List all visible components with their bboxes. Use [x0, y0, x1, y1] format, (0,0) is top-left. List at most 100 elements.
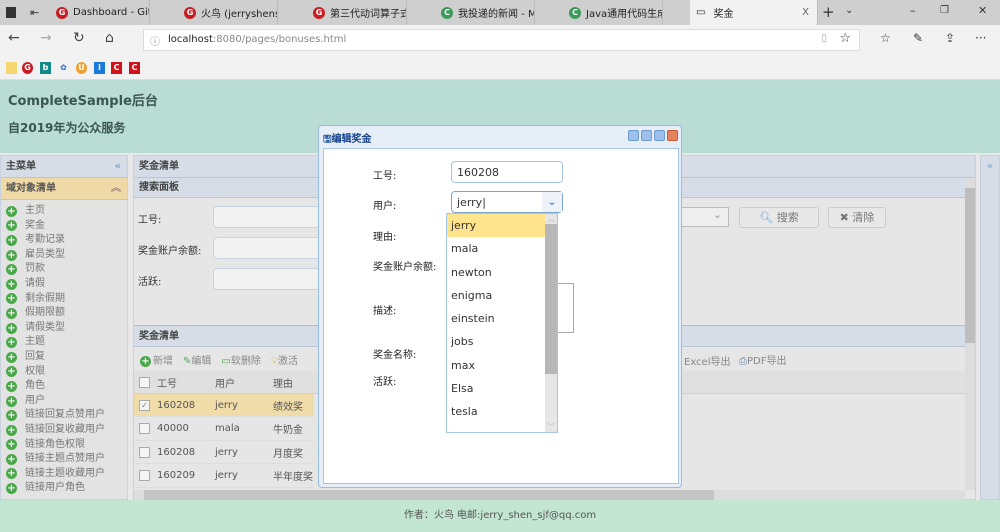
- column-header-user[interactable]: 用户: [215, 375, 273, 390]
- close-window-icon[interactable]: ✕: [978, 4, 987, 17]
- sidebar-item[interactable]: + 角色: [1, 379, 127, 394]
- table-row[interactable]: 160208 jerry 月度奖: [134, 441, 314, 464]
- search-active-select[interactable]: ⌄: [679, 207, 729, 227]
- scroll-down-icon[interactable]: ﹀: [545, 422, 557, 432]
- table-row[interactable]: 160209 jerry 半年度奖: [134, 465, 314, 488]
- bookmark-i-icon[interactable]: i: [94, 62, 105, 74]
- search-id-input[interactable]: [213, 206, 323, 228]
- horizontal-scrollbar[interactable]: [134, 490, 965, 500]
- minimize-icon[interactable]: –: [910, 4, 916, 17]
- reading-view-icon[interactable]: ▯: [821, 33, 827, 44]
- sidebar-item[interactable]: + 用户: [1, 394, 127, 409]
- bookmark-bing-icon[interactable]: b: [40, 62, 51, 74]
- expand-icon[interactable]: «: [987, 159, 994, 172]
- collapse-section-icon[interactable]: ︽: [111, 178, 121, 200]
- dropdown-option[interactable]: newton: [447, 261, 546, 284]
- bookmark-csdn-icon[interactable]: C: [129, 62, 140, 74]
- home-icon[interactable]: ⌂: [105, 30, 114, 46]
- bookmark-csdn-icon[interactable]: C: [111, 62, 122, 74]
- collapse-sidebar-icon[interactable]: «: [115, 156, 121, 178]
- select-all-checkbox[interactable]: [139, 377, 150, 388]
- id-input[interactable]: 160208: [451, 161, 563, 183]
- user-combobox[interactable]: jerry| ⌄: [451, 191, 563, 213]
- search-balance-input[interactable]: [213, 237, 323, 259]
- more-button[interactable]: ···: [975, 31, 986, 45]
- activate-button[interactable]: 💡︎激活: [271, 352, 298, 367]
- sidebar-item[interactable]: + 主页: [1, 204, 127, 219]
- url-input[interactable]: ⓘ localhost:8080/pages/bonuses.html ▯ ☆: [143, 29, 860, 51]
- column-header-id[interactable]: 工号: [157, 375, 215, 390]
- sidebar-item[interactable]: + 链接主题收藏用户: [1, 467, 127, 482]
- scrollbar-thumb[interactable]: [545, 224, 557, 374]
- sidebar-item[interactable]: + 考勤记录: [1, 233, 127, 248]
- dropdown-option[interactable]: tesla: [447, 400, 546, 423]
- sidebar-item[interactable]: + 请假: [1, 277, 127, 292]
- right-panel-collapsed[interactable]: «: [980, 155, 1000, 500]
- sidebar-section-header[interactable]: 域对象清单 ︽: [1, 178, 127, 200]
- new-tab-button[interactable]: +: [822, 3, 835, 21]
- add-button[interactable]: + 新增: [140, 352, 173, 367]
- notes-icon[interactable]: ✎: [913, 31, 923, 45]
- bookmark-gitee-icon[interactable]: G: [22, 62, 33, 74]
- pdf-export-button[interactable]: ⎙PDF导出: [739, 352, 786, 367]
- dropdown-option[interactable]: jobs: [447, 330, 546, 353]
- sidebar-item[interactable]: + 链接主题点赞用户: [1, 452, 127, 467]
- soft-delete-button[interactable]: ▭软删除: [221, 352, 260, 367]
- dropdown-option[interactable]: max: [447, 354, 546, 377]
- sidebar-item[interactable]: + 罚款: [1, 262, 127, 277]
- tab-bonus[interactable]: ▭ 奖金 X: [690, 0, 818, 25]
- set-aside-icon[interactable]: ⇤: [30, 6, 39, 19]
- share-icon[interactable]: ⇪: [945, 31, 955, 45]
- dropdown-option[interactable]: Elsa: [447, 377, 546, 400]
- scroll-up-icon[interactable]: ︿: [545, 214, 557, 224]
- scrollbar-thumb[interactable]: [965, 188, 975, 343]
- table-row[interactable]: ✓ 160208 jerry 绩效奖: [134, 394, 314, 417]
- tab-list-icon[interactable]: ⌄: [845, 5, 853, 16]
- tab-jerryshensjf[interactable]: G火鸟 (jerryshensjf) - Git: [178, 0, 278, 25]
- close-icon[interactable]: [667, 130, 678, 141]
- bookmark-u-icon[interactable]: U: [76, 62, 87, 74]
- favorite-star-icon[interactable]: ☆: [839, 31, 851, 46]
- row-checkbox[interactable]: [139, 446, 150, 458]
- dropdown-option[interactable]: enigma: [447, 284, 546, 307]
- bookmark-baidu-icon[interactable]: ✿: [58, 62, 69, 74]
- sidebar-item[interactable]: + 主题: [1, 335, 127, 350]
- vertical-scrollbar[interactable]: [965, 178, 975, 490]
- sidebar-item[interactable]: + 奖金: [1, 219, 127, 234]
- dropdown-scrollbar[interactable]: ︿ ﹀: [545, 214, 557, 432]
- row-checkbox[interactable]: [139, 423, 150, 434]
- forward-icon[interactable]: →: [40, 30, 52, 46]
- collapse-icon[interactable]: [628, 130, 639, 141]
- tab-third-gen[interactable]: G第三代动词算子式代码: [307, 0, 407, 25]
- sidebar-item[interactable]: + 链接角色权限: [1, 438, 127, 453]
- sidebar-item[interactable]: + 权限: [1, 365, 127, 380]
- sidebar-item[interactable]: + 假期限额: [1, 306, 127, 321]
- excel-export-button[interactable]: Excel导出: [684, 353, 731, 368]
- sidebar-item[interactable]: + 链接回复收藏用户: [1, 423, 127, 438]
- edit-button[interactable]: ✎编辑: [183, 352, 211, 367]
- scrollbar-thumb[interactable]: [144, 490, 714, 500]
- dropdown-option[interactable]: jerry: [447, 214, 546, 238]
- tab-actions-icon[interactable]: [6, 7, 16, 18]
- row-checkbox[interactable]: ✓: [139, 399, 150, 411]
- sidebar-item[interactable]: + 雇员类型: [1, 248, 127, 263]
- sidebar-item[interactable]: + 链接回复点赞用户: [1, 408, 127, 423]
- close-tab-button[interactable]: X: [802, 7, 809, 18]
- clear-button[interactable]: ✖ 清除: [828, 207, 886, 228]
- tab-java[interactable]: CJava通用代码生成器光: [563, 0, 663, 25]
- sidebar-item[interactable]: + 请假类型: [1, 321, 127, 336]
- back-icon[interactable]: ←: [8, 30, 20, 46]
- tab-dashboard[interactable]: GDashboard - Gitee: [50, 0, 150, 25]
- sidebar-item[interactable]: + 剩余假期: [1, 292, 127, 307]
- dropdown-option[interactable]: mala: [447, 237, 546, 260]
- row-checkbox[interactable]: [139, 470, 150, 481]
- sidebar-item[interactable]: + 回复: [1, 350, 127, 365]
- chevron-down-icon[interactable]: ⌄: [542, 192, 562, 212]
- search-active-input[interactable]: [213, 268, 323, 290]
- restore-icon[interactable]: ❐: [940, 5, 949, 16]
- favorites-icon[interactable]: ☆: [880, 31, 891, 45]
- bookmark-folder-icon[interactable]: [6, 62, 17, 74]
- search-button[interactable]: 🔍︎ 搜索: [739, 207, 819, 228]
- sidebar-item[interactable]: + 链接用户角色: [1, 481, 127, 496]
- dropdown-option[interactable]: einstein: [447, 307, 546, 330]
